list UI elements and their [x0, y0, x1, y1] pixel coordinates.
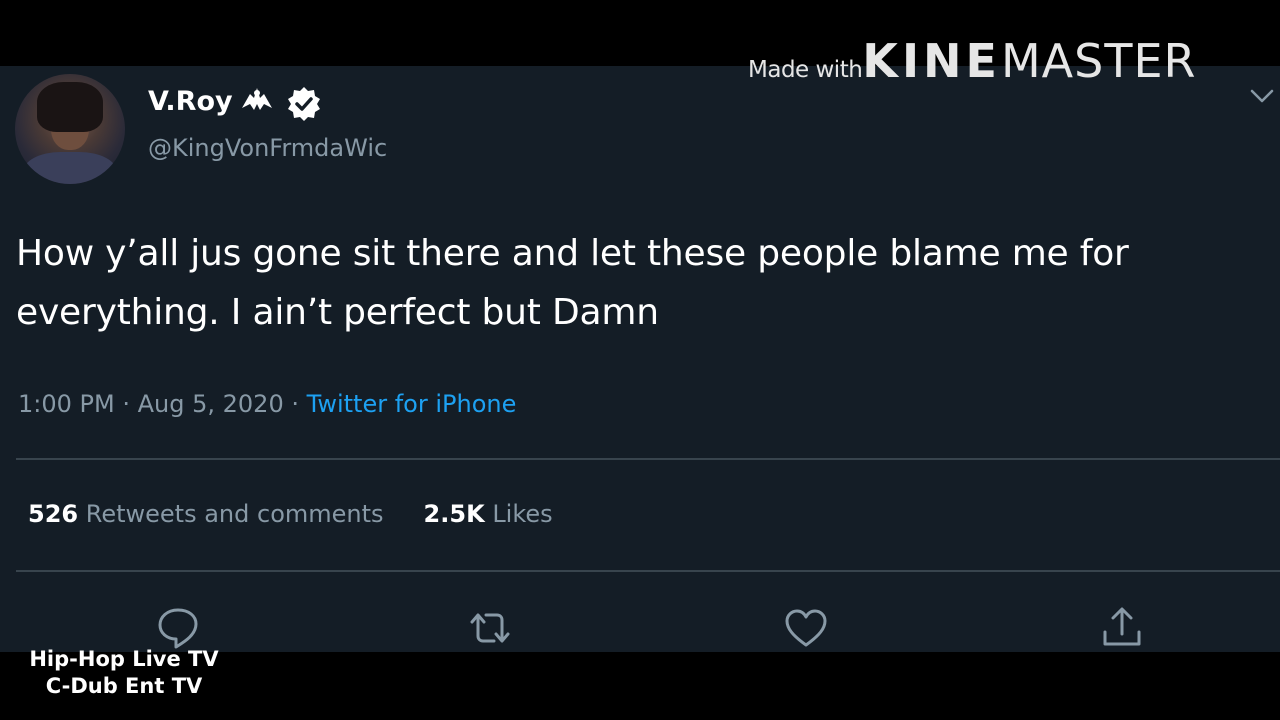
meta-separator: ·: [291, 390, 300, 418]
reply-icon[interactable]: [154, 604, 202, 652]
divider: [16, 458, 1280, 460]
retweets-stat[interactable]: 526 Retweets and comments: [28, 500, 384, 528]
likes-count: 2.5K: [423, 500, 485, 528]
channel-credits: Hip-Hop Live TV C-Dub Ent TV: [8, 646, 240, 700]
tweet-date[interactable]: Aug 5, 2020: [138, 390, 284, 418]
share-icon[interactable]: [1098, 604, 1146, 652]
meta-separator: ·: [122, 390, 130, 418]
eagle-icon: [242, 88, 272, 110]
divider: [16, 570, 1280, 572]
credits-line-1: Hip-Hop Live TV: [29, 647, 219, 671]
tweet-text: How y’all jus gone sit there and let the…: [16, 233, 1129, 333]
chevron-down-icon[interactable]: [1248, 86, 1276, 106]
avatar-shirt: [23, 152, 117, 184]
video-frame: Made withKINEMASTER V.Roy @KingVonFrmdaW…: [0, 0, 1280, 720]
avatar-hair: [37, 82, 103, 132]
likes-stat[interactable]: 2.5K Likes: [424, 500, 553, 528]
like-icon[interactable]: [782, 604, 830, 652]
watermark-brand-bold: KINE: [862, 34, 1001, 88]
tweet-source-link[interactable]: Twitter for iPhone: [307, 390, 517, 418]
user-handle[interactable]: @KingVonFrmdaWic: [148, 134, 387, 162]
tweet-meta: 1:00 PM · Aug 5, 2020 · Twitter for iPho…: [18, 390, 516, 418]
watermark-brand-light: MASTER: [1000, 34, 1197, 88]
retweets-label: Retweets and comments: [85, 500, 384, 528]
retweet-icon[interactable]: [466, 604, 514, 652]
retweets-count: 526: [28, 500, 79, 528]
tweet-time[interactable]: 1:00 PM: [18, 390, 115, 418]
watermark-made-with: Made with: [748, 57, 863, 83]
verified-icon: [288, 87, 320, 121]
likes-label: Likes: [492, 500, 553, 528]
avatar[interactable]: [15, 74, 125, 184]
kinemaster-watermark: Made withKINEMASTER: [748, 38, 1196, 84]
tweet-stats: 526 Retweets and comments 2.5K Likes: [28, 500, 553, 528]
credits-line-2: C-Dub Ent TV: [45, 674, 203, 698]
display-name[interactable]: V.Roy: [148, 86, 233, 117]
